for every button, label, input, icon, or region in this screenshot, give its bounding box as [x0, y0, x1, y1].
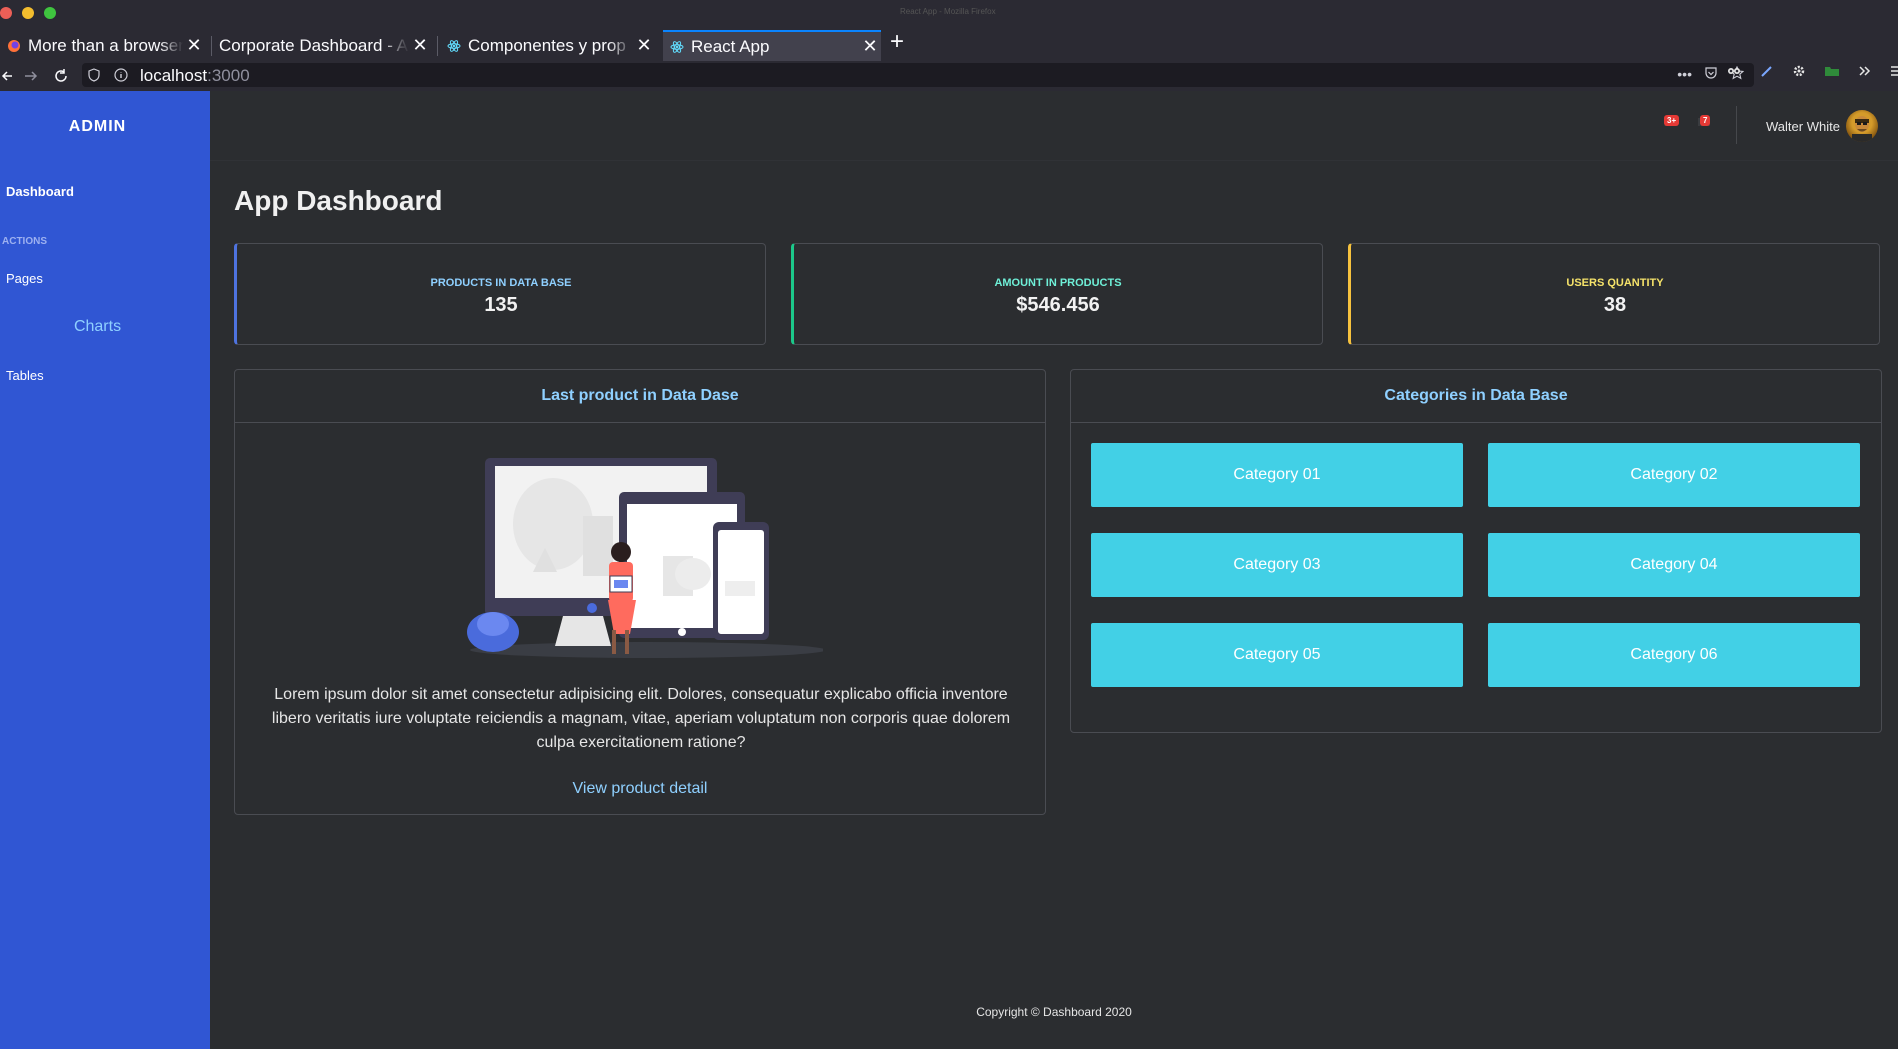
extension-folder-icon[interactable] [1824, 64, 1840, 82]
topbar: 3+ 7 Walter White [210, 91, 1898, 161]
url-port: :3000 [207, 66, 250, 85]
stat-label: USERS QUANTITY [1566, 277, 1664, 289]
extension-toolbar [1726, 64, 1898, 82]
extension-gear-icon[interactable] [1792, 64, 1806, 82]
back-arrow-icon[interactable] [0, 61, 14, 91]
url-text[interactable]: localhost:3000 [140, 66, 250, 86]
page-title: App Dashboard [234, 185, 443, 216]
window-maximize-button[interactable] [44, 7, 56, 19]
view-product-detail-link[interactable]: View product detail [235, 780, 1045, 798]
avatar[interactable] [1846, 110, 1878, 142]
react-icon [669, 39, 685, 55]
tab-label: More than a browser [28, 35, 183, 55]
stat-value: $546.456 [1016, 294, 1100, 316]
category-button[interactable]: Category 04 [1488, 533, 1860, 597]
stat-card-amount: AMOUNT IN PRODUCTS $546.456 [791, 243, 1323, 345]
tab-bar: More than a browser ✕ Corporate Dashboar… [0, 24, 1898, 61]
category-button[interactable]: Category 02 [1488, 443, 1860, 507]
categories-title: Categories in Data Base [1071, 370, 1881, 423]
tab-label: React App [691, 36, 770, 56]
forward-arrow-icon[interactable] [20, 61, 42, 91]
category-button[interactable]: Category 03 [1091, 533, 1463, 597]
tab-corporate-dashboard[interactable]: Corporate Dashboard - A ✕ [213, 30, 431, 61]
tab-close-icon[interactable]: ✕ [859, 36, 881, 57]
overflow-chevrons-icon[interactable] [1858, 64, 1872, 82]
category-button[interactable]: Category 01 [1091, 443, 1463, 507]
alerts-badge: 3+ [1664, 115, 1680, 126]
sidebar-item-pages[interactable]: Pages [6, 271, 43, 286]
category-button[interactable]: Category 06 [1488, 623, 1860, 687]
extension-picker-icon[interactable] [1760, 64, 1774, 82]
devices-illustration [467, 458, 823, 658]
window-close-button[interactable] [0, 7, 12, 19]
tab-componentes[interactable]: Componentes y prop ✕ [440, 30, 655, 61]
sidebar: ADMIN Dashboard ACTIONS Pages Charts Tab… [0, 91, 210, 1049]
stat-value: 135 [484, 294, 518, 316]
window-title: React App - Mozilla Firefox [900, 7, 996, 16]
messages-badge: 7 [1700, 115, 1711, 126]
new-tab-button[interactable]: + [890, 28, 904, 56]
page-actions-icon[interactable]: ••• [1677, 66, 1692, 83]
sidebar-item-tables[interactable]: Tables [6, 368, 44, 383]
pocket-icon[interactable] [1704, 66, 1718, 83]
sidebar-item-charts[interactable]: Charts [0, 318, 195, 336]
tab-label: Componentes y prop [468, 35, 626, 55]
stat-label: AMOUNT IN PRODUCTS [994, 277, 1122, 289]
sidebar-brand[interactable]: ADMIN [0, 118, 195, 136]
category-button[interactable]: Category 05 [1091, 623, 1463, 687]
tab-close-icon[interactable]: ✕ [633, 35, 655, 56]
footer-copyright: Copyright © Dashboard 2020 [976, 1005, 1132, 1019]
tab-close-icon[interactable]: ✕ [409, 35, 431, 56]
last-product-card: Last product in Data Dase Lorem ipsum do… [234, 369, 1046, 815]
tab-react-app[interactable]: React App ✕ [663, 30, 881, 61]
window-minimize-button[interactable] [22, 7, 34, 19]
user-name[interactable]: Walter White [1766, 119, 1840, 134]
stat-label: PRODUCTS IN DATA BASE [430, 277, 572, 289]
topbar-divider [1736, 106, 1737, 144]
footer: Copyright © Dashboard 2020 [210, 973, 1898, 1049]
site-info-icon[interactable] [114, 68, 128, 87]
react-icon [446, 38, 462, 54]
firefox-icon [6, 38, 22, 54]
url-bar[interactable]: localhost:3000 ••• [82, 63, 1754, 87]
tracking-shield-icon[interactable] [88, 68, 100, 87]
tab-close-icon[interactable]: ✕ [183, 35, 205, 56]
last-product-description: Lorem ipsum dolor sit amet consectetur a… [271, 686, 1011, 751]
reload-icon[interactable] [50, 61, 72, 91]
main-content: App Dashboard PRODUCTS IN DATA BASE 135 … [210, 161, 1898, 973]
hamburger-menu-icon[interactable] [1890, 64, 1898, 82]
tab-separator [437, 36, 438, 56]
stat-card-products: PRODUCTS IN DATA BASE 135 [234, 243, 766, 345]
stat-value: 38 [1603, 294, 1627, 316]
categories-card: Categories in Data Base Category 01 Cate… [1070, 369, 1882, 733]
extension-mask-icon[interactable] [1726, 64, 1742, 82]
tab-separator [211, 36, 212, 56]
stat-card-users: USERS QUANTITY 38 [1348, 243, 1880, 345]
sidebar-heading-actions: ACTIONS [2, 236, 47, 247]
window-titlebar: React App - Mozilla Firefox [0, 0, 1898, 24]
sidebar-item-dashboard[interactable]: Dashboard [6, 184, 74, 199]
tab-more-than-a-browser[interactable]: More than a browser ✕ [0, 30, 205, 61]
last-product-title: Last product in Data Dase [235, 370, 1045, 423]
tab-label: Corporate Dashboard - A [219, 35, 408, 55]
url-host: localhost [140, 66, 208, 85]
